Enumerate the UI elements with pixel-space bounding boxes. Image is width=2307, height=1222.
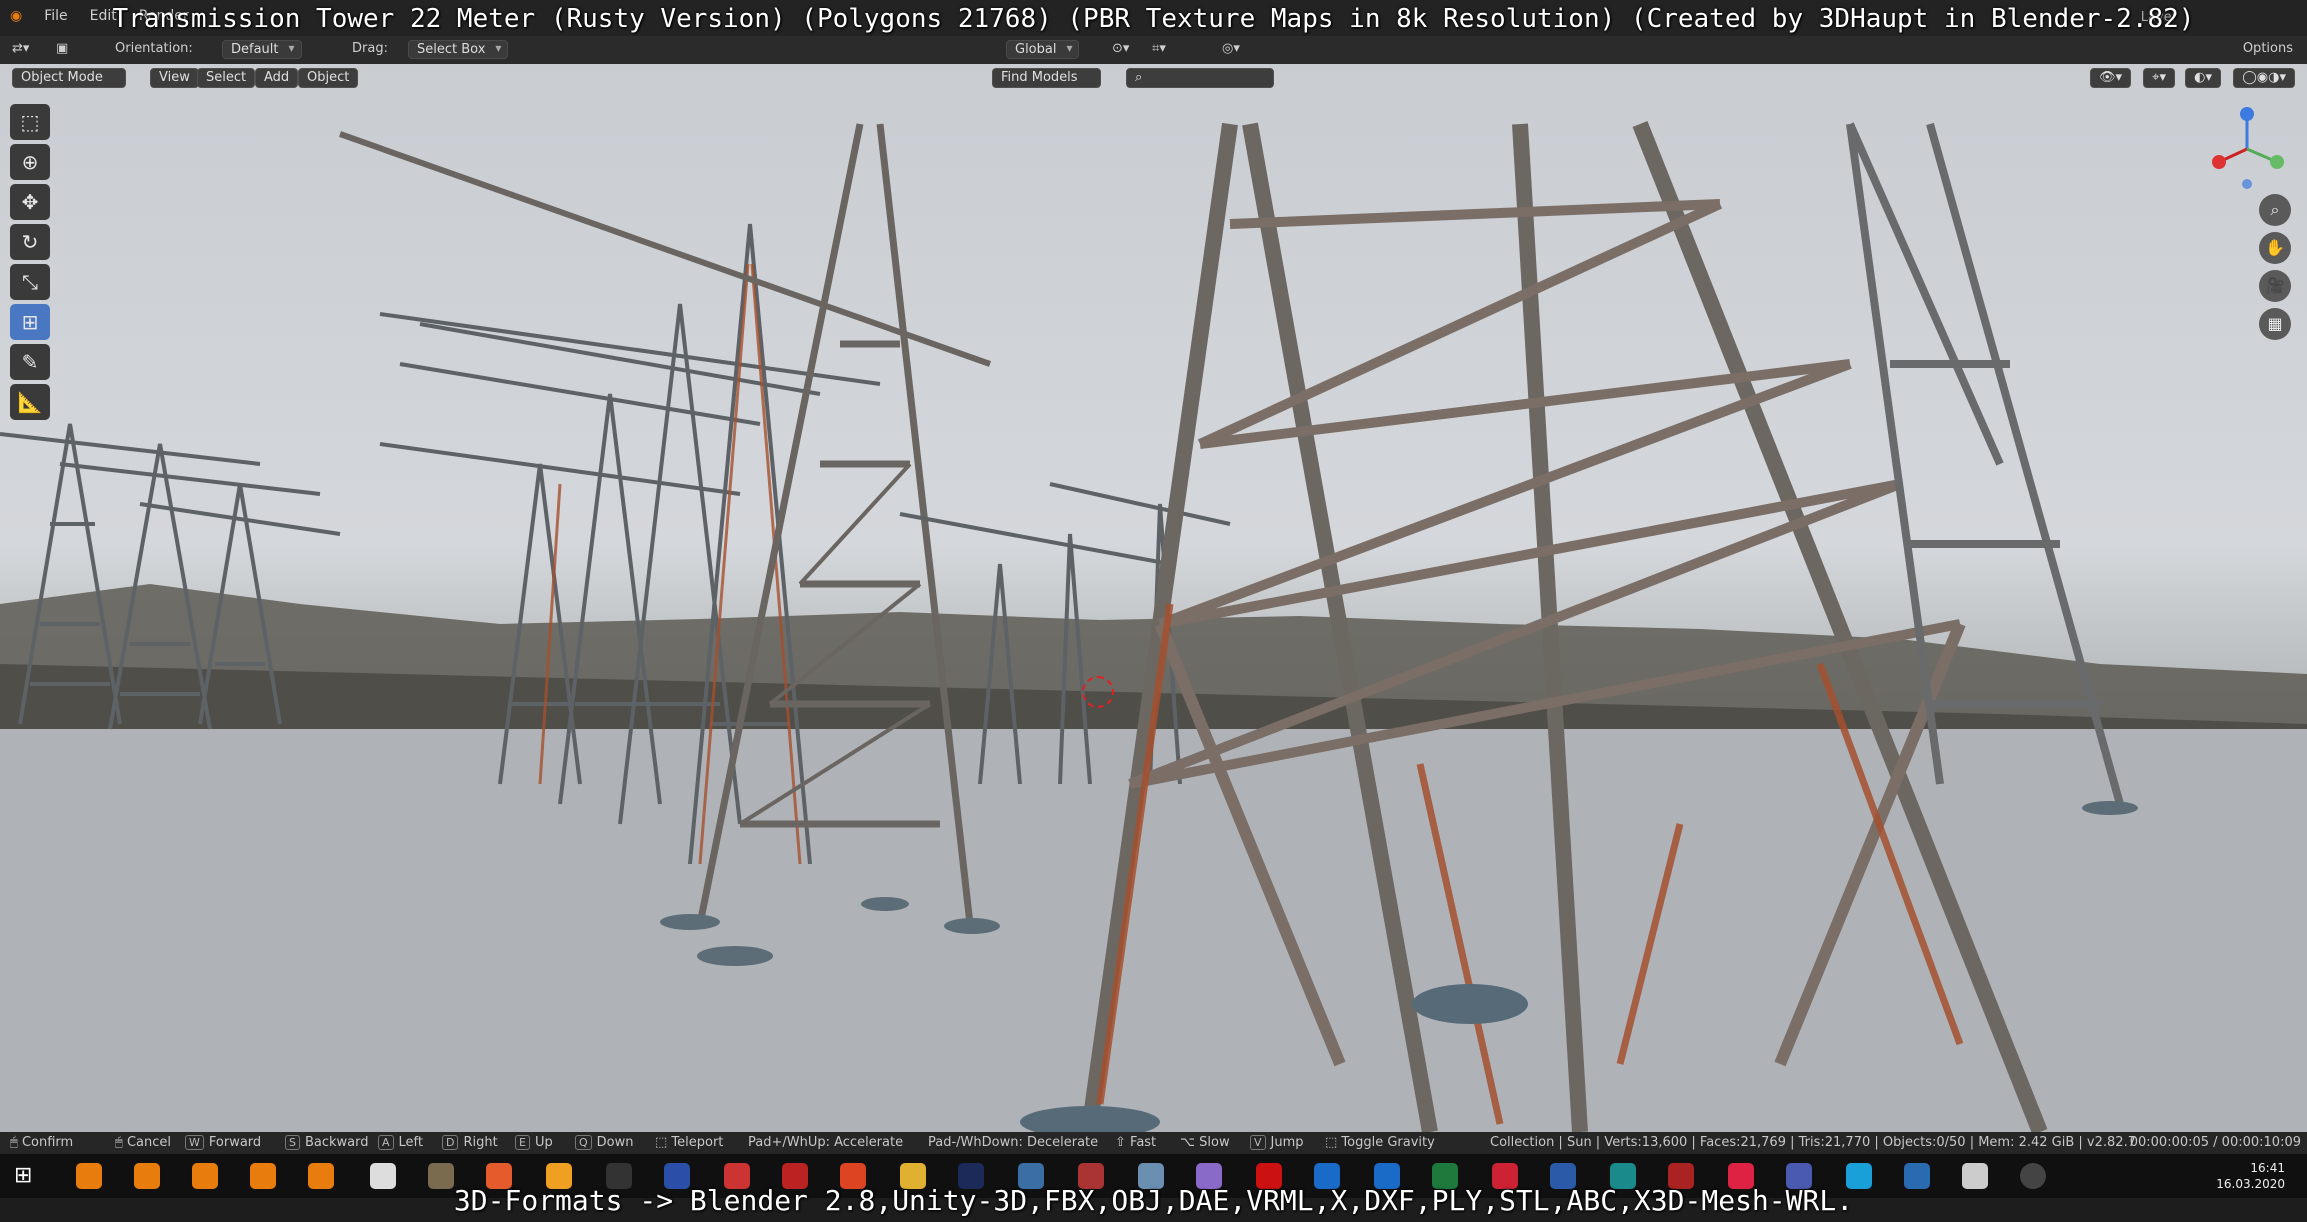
nav-controls: ⌕ ✋ 🎥 ▦ — [2259, 194, 2295, 346]
status-accelerate: Pad+/WhUp: Accelerate — [748, 1135, 904, 1150]
proportional-edit-icon[interactable]: ◎▾ — [1222, 41, 1240, 56]
timecode: 00:00:00:05 / 00:00:10:09 — [2129, 1135, 2301, 1150]
scale-icon[interactable]: ⤡ — [10, 264, 50, 300]
overlays-icon[interactable]: ◐▾ — [2185, 68, 2221, 88]
grid-icon[interactable]: ▦ — [2259, 308, 2291, 340]
orientation-dropdown[interactable]: Default — [222, 40, 302, 59]
snap-icon[interactable]: ⌗▾ — [1152, 41, 1166, 56]
status-decelerate: Pad-/WhDown: Decelerate — [928, 1135, 1099, 1150]
axis-gizmo[interactable] — [2207, 104, 2287, 194]
status-teleport: ⬚ Teleport — [655, 1135, 724, 1150]
options-dropdown[interactable]: Options — [2243, 41, 2293, 56]
tool-shelf: ⬚ ⊕ ✥ ↻ ⤡ ⊞ ✎ 📐 — [10, 104, 50, 424]
pivot-icon[interactable]: ⊙▾ — [1112, 41, 1129, 56]
move-icon[interactable]: ✥ — [10, 184, 50, 220]
formats-caption: 3D-Formats -> Blender 2.8,Unity-3D,FBX,O… — [453, 1184, 1854, 1217]
status-up: E Up — [515, 1135, 553, 1150]
status-right: D Right — [442, 1135, 498, 1150]
tower-footing — [2082, 801, 2138, 815]
rotate-icon[interactable]: ↻ — [10, 224, 50, 260]
3d-cursor-icon — [1082, 676, 1114, 708]
cursor-icon[interactable]: ⊕ — [10, 144, 50, 180]
gizmo-toggle-icon[interactable]: ⌖▾ — [2143, 68, 2175, 88]
status-cancel: 🖱 Cancel — [115, 1135, 171, 1150]
camera-icon[interactable]: 🎥 — [2259, 270, 2291, 302]
select-menu[interactable]: Select — [197, 68, 256, 88]
status-down: Q Down — [575, 1135, 634, 1150]
status-bar: 🖱 Confirm 🖱 Cancel W Forward S Backward AL… — [0, 1132, 2307, 1154]
zoom-icon[interactable]: ⌕ — [2259, 194, 2291, 226]
view-menu[interactable]: View — [150, 68, 199, 88]
editor-type-icon[interactable]: ⇄▾ — [12, 41, 29, 56]
status-fast: ⇧ Fast — [1115, 1135, 1157, 1150]
find-models-dropdown[interactable]: Find Models — [992, 68, 1101, 88]
transform-icon[interactable]: ⊞ — [10, 304, 50, 340]
tower-footing — [1412, 984, 1528, 1024]
shading-modes-icon[interactable]: ◯◉◑▾ — [2233, 68, 2295, 88]
mode-dropdown[interactable]: Object Mode — [12, 68, 126, 88]
search-input[interactable]: ⌕ — [1126, 68, 1274, 88]
tool-settings-bar: ⇄▾ ▣ Orientation: Default Drag: Select B… — [0, 36, 2307, 65]
status-forward: W Forward — [185, 1135, 261, 1150]
tower-footing — [861, 897, 909, 911]
viewport-header: Object Mode View Select Add Object Find … — [0, 64, 2307, 90]
measure-icon[interactable]: 📐 — [10, 384, 50, 420]
3d-viewport[interactable]: Object Mode View Select Add Object Find … — [0, 64, 2307, 1132]
drag-dropdown[interactable]: Select Box — [408, 40, 509, 59]
add-menu[interactable]: Add — [255, 68, 299, 88]
visibility-icon[interactable]: 👁▾ — [2089, 68, 2131, 88]
tower-footing — [660, 914, 720, 930]
object-menu[interactable]: Object — [298, 68, 359, 88]
status-toggle-gravity: ⬚ Toggle Gravity — [1325, 1135, 1435, 1150]
tool-icon[interactable]: ▣ — [56, 41, 68, 56]
status-slow: ⌥ Slow — [1180, 1135, 1230, 1150]
tower-footing — [944, 918, 1000, 934]
video-title-overlay: Transmission Tower 22 Meter (Rusty Versi… — [112, 4, 2195, 34]
status-jump: V Jump — [1250, 1135, 1304, 1150]
status-backward: S Backward — [285, 1135, 369, 1150]
scene-render[interactable] — [0, 64, 2307, 1132]
annotate-icon[interactable]: ✎ — [10, 344, 50, 380]
scene-statistics: Collection | Sun | Verts:13,600 | Faces:… — [1490, 1135, 2136, 1150]
clock-time: 16:41 — [2250, 1161, 2285, 1175]
orientation-label: Orientation: — [115, 41, 193, 56]
tower-footing — [697, 946, 773, 966]
select-box-icon[interactable]: ⬚ — [10, 104, 50, 140]
transform-orientation-dropdown[interactable]: Global — [1006, 40, 1080, 59]
drag-label: Drag: — [352, 41, 388, 56]
hand-pan-icon[interactable]: ✋ — [2259, 232, 2291, 264]
status-confirm: 🖱 Confirm — [10, 1135, 74, 1150]
status-left: A Left — [378, 1135, 423, 1150]
